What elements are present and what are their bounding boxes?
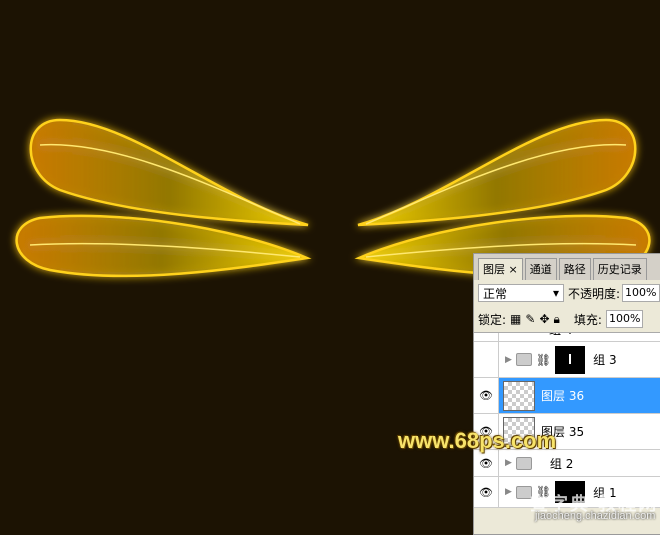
lock-all-icon[interactable]: 🔒︎	[554, 312, 560, 327]
layer-mask-thumbnail	[555, 345, 586, 374]
layer-list: 组 4 ▶⛓ 组 3 👁︎ 图层 36 👁︎ 图层 35 👁︎ ▶ 组 2 👁︎…	[474, 333, 660, 508]
layer-row[interactable]: 组 4	[474, 333, 660, 342]
expand-triangle-icon[interactable]: ▶	[505, 487, 512, 497]
eye-icon[interactable]: 👁︎	[474, 378, 499, 413]
lock-brush-icon[interactable]: ✎	[525, 312, 535, 326]
layer-row[interactable]: ▶ ⛓ 组 3	[474, 342, 660, 378]
tab-paths[interactable]: 路径	[558, 258, 591, 280]
lock-label: 锁定:	[478, 312, 507, 327]
watermark: www.68ps.com	[398, 428, 557, 453]
expand-triangle-icon[interactable]: ▶	[505, 355, 512, 365]
layer-name: 组 2	[549, 456, 574, 471]
panel-tabs: 图层 × 通道 路径 历史记录	[474, 254, 660, 280]
watermark-bottom: jiaocheng.chazidian.com	[535, 510, 656, 522]
lock-move-icon[interactable]: ✥	[539, 312, 549, 326]
folder-icon	[515, 456, 532, 470]
eye-icon[interactable]: 👁︎	[474, 477, 499, 507]
link-icon: ⛓	[535, 352, 552, 367]
tab-history[interactable]: 历史记录	[592, 258, 647, 280]
opacity-input[interactable]: 100%	[622, 284, 660, 302]
blend-mode-select[interactable]: 正常 ▾	[478, 284, 564, 302]
tab-channels[interactable]: 通道	[524, 258, 557, 280]
layer-thumbnail	[503, 380, 535, 411]
folder-icon	[515, 353, 532, 366]
opacity-label: 不透明度:	[568, 286, 621, 301]
chevron-down-icon: ▾	[552, 286, 559, 300]
fill-label: 填充:	[573, 312, 602, 327]
layer-row[interactable]: 👁︎ ▶ 组 2	[474, 450, 660, 477]
visibility-toggle[interactable]	[474, 333, 499, 341]
blend-mode-value: 正常	[483, 286, 508, 301]
visibility-toggle[interactable]	[474, 342, 499, 377]
tab-layers[interactable]: 图层 ×	[478, 258, 523, 280]
layer-name: 图层 36	[541, 389, 585, 403]
fill-input[interactable]: 100%	[605, 310, 644, 328]
lock-transparency-icon[interactable]: ▦	[510, 312, 521, 326]
expand-triangle-icon[interactable]: ▶	[505, 458, 512, 468]
layer-name: 组 3	[593, 353, 617, 367]
layer-row-selected[interactable]: 👁︎ 图层 36	[474, 378, 660, 414]
